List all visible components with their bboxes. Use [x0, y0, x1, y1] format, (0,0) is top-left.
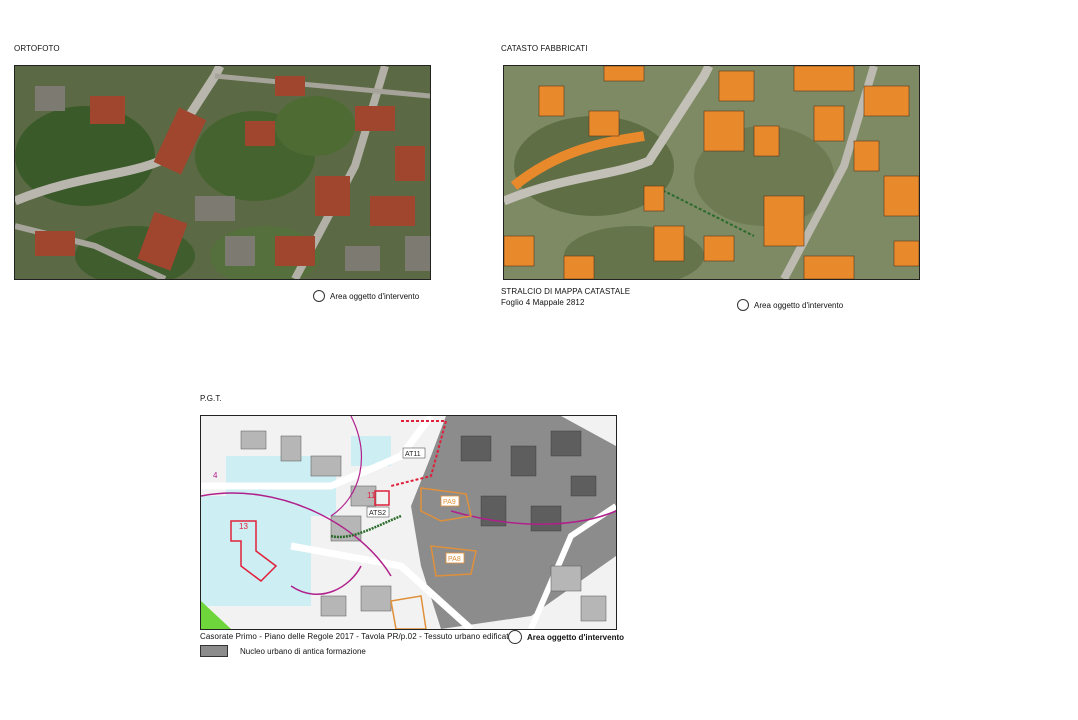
ortofoto-title: ORTOFOTO	[14, 44, 60, 53]
label-13: 13	[239, 522, 248, 531]
ortofoto-legend-label: Area oggetto d'intervento	[330, 291, 420, 301]
ortofoto-map	[14, 65, 431, 280]
label-at11: AT11	[405, 451, 421, 458]
pgt-title: P.G.T.	[200, 394, 222, 403]
pgt-map: AT11 ATS2 PA9 PA8 4 11 13	[200, 415, 617, 630]
label-4: 4	[213, 471, 218, 480]
label-ats2: ATS2	[369, 510, 386, 517]
label-pa9: PA9	[443, 499, 456, 506]
catasto-title: CATASTO FABBRICATI	[501, 44, 588, 53]
pgt-legend: Area oggetto d'intervento	[508, 630, 624, 644]
area-circle-icon	[508, 630, 522, 644]
catasto-legend-label: Area oggetto d'intervento	[754, 300, 844, 310]
nucleo-swatch	[200, 645, 228, 657]
pgt-swatch-label: Nucleo urbano di antica formazione	[240, 646, 366, 656]
pgt-caption: Casorate Primo - Piano delle Regole 2017…	[200, 632, 514, 641]
area-circle-icon	[313, 290, 325, 302]
ortofoto-image	[15, 66, 430, 279]
catasto-caption-line2: Foglio 4 Mappale 2812	[501, 298, 585, 307]
catasto-image	[504, 66, 919, 279]
label-11: 11	[367, 491, 376, 500]
catasto-legend: Area oggetto d'intervento	[737, 299, 843, 311]
area-circle-icon	[737, 299, 749, 311]
label-pa8: PA8	[448, 556, 461, 563]
pgt-legend-label: Area oggetto d'intervento	[527, 632, 625, 642]
catasto-map	[503, 65, 920, 280]
catasto-caption-line1: STRALCIO DI MAPPA CATASTALE	[501, 287, 631, 296]
ortofoto-legend: Area oggetto d'intervento	[313, 290, 419, 302]
pgt-image: AT11 ATS2 PA9 PA8 4 11 13	[201, 416, 616, 629]
pgt-swatch-legend: Nucleo urbano di antica formazione	[200, 645, 366, 657]
